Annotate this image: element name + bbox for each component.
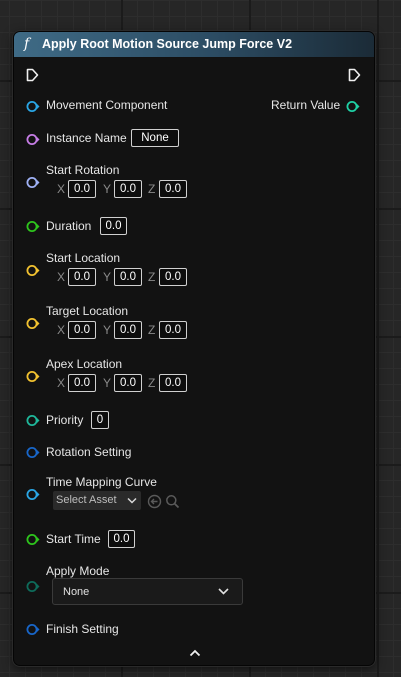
start-location-label: Start Location bbox=[46, 251, 121, 265]
target-location-x-input[interactable]: 0.0 bbox=[68, 321, 96, 339]
struct-pin-icon[interactable] bbox=[26, 446, 40, 459]
duration-label: Duration bbox=[46, 219, 92, 233]
priority-label: Priority bbox=[46, 413, 84, 427]
rotation-setting-label: Rotation Setting bbox=[46, 445, 132, 459]
target-location-label: Target Location bbox=[46, 304, 129, 318]
float-pin-icon[interactable] bbox=[26, 220, 40, 233]
apex-location-y-label: Y bbox=[103, 376, 112, 390]
chevron-up-icon[interactable] bbox=[189, 649, 201, 657]
start-location-z-label: Z bbox=[148, 270, 156, 284]
finish-setting-label: Finish Setting bbox=[46, 622, 119, 636]
node-title: Apply Root Motion Source Jump Force V2 bbox=[42, 37, 293, 51]
start-rotation-y-input[interactable]: 0.0 bbox=[114, 180, 142, 198]
byte-pin-icon[interactable] bbox=[26, 414, 40, 427]
start-rotation-x-label: X bbox=[57, 182, 66, 196]
enum-pin-icon[interactable] bbox=[26, 580, 40, 593]
blueprint-node[interactable]: f Apply Root Motion Source Jump Force V2… bbox=[13, 31, 375, 666]
target-location-z-label: Z bbox=[148, 323, 156, 337]
exec-in-pin-icon[interactable] bbox=[26, 68, 39, 82]
start-rotation-y-label: Y bbox=[103, 182, 112, 196]
time-mapping-curve-label: Time Mapping Curve bbox=[46, 475, 157, 489]
start-location-z-input[interactable]: 0.0 bbox=[159, 268, 187, 286]
select-asset-combo[interactable]: Select Asset bbox=[53, 491, 141, 510]
start-time-label: Start Time bbox=[46, 532, 101, 546]
browse-search-icon[interactable] bbox=[165, 494, 180, 509]
object-pin-icon[interactable] bbox=[26, 100, 40, 113]
apex-location-label: Apex Location bbox=[46, 357, 123, 371]
instance-name-label: Instance Name bbox=[46, 131, 127, 145]
start-location-x-label: X bbox=[57, 270, 66, 284]
start-rotation-label: Start Rotation bbox=[46, 163, 120, 177]
apply-mode-dropdown[interactable]: None bbox=[52, 578, 243, 605]
start-rotation-x-input[interactable]: 0.0 bbox=[68, 180, 96, 198]
start-location-x-input[interactable]: 0.0 bbox=[68, 268, 96, 286]
movement-component-label: Movement Component bbox=[46, 98, 168, 112]
apex-location-x-input[interactable]: 0.0 bbox=[68, 374, 96, 392]
target-location-y-input[interactable]: 0.0 bbox=[114, 321, 142, 339]
instance-name-input[interactable]: None bbox=[131, 129, 179, 147]
apply-mode-label: Apply Mode bbox=[46, 564, 110, 578]
apex-location-x-label: X bbox=[57, 376, 66, 390]
priority-input[interactable]: 0 bbox=[91, 411, 109, 429]
node-header[interactable]: f Apply Root Motion Source Jump Force V2 bbox=[14, 32, 374, 58]
rotator-pin-icon[interactable] bbox=[26, 176, 40, 189]
duration-input[interactable]: 0.0 bbox=[100, 217, 127, 235]
target-location-y-label: Y bbox=[103, 323, 112, 337]
start-location-y-label: Y bbox=[103, 270, 112, 284]
use-selected-arrow-icon[interactable] bbox=[147, 494, 162, 509]
vector-pin-icon[interactable] bbox=[26, 317, 40, 330]
target-location-z-input[interactable]: 0.0 bbox=[159, 321, 187, 339]
select-asset-text: Select Asset bbox=[56, 494, 117, 506]
start-rotation-z-label: Z bbox=[148, 182, 156, 196]
vector-pin-icon[interactable] bbox=[26, 370, 40, 383]
object-pin-icon[interactable] bbox=[26, 488, 40, 501]
chevron-down-icon bbox=[218, 588, 229, 595]
vector-pin-icon[interactable] bbox=[26, 264, 40, 277]
function-icon: f bbox=[24, 36, 30, 52]
start-rotation-z-input[interactable]: 0.0 bbox=[159, 180, 187, 198]
start-location-y-input[interactable]: 0.0 bbox=[114, 268, 142, 286]
start-time-input[interactable]: 0.0 bbox=[108, 530, 135, 548]
exec-out-pin-icon[interactable] bbox=[348, 68, 361, 82]
apply-mode-value: None bbox=[63, 586, 90, 598]
apex-location-z-input[interactable]: 0.0 bbox=[159, 374, 187, 392]
return-value-label: Return Value bbox=[271, 98, 341, 112]
float-pin-icon[interactable] bbox=[26, 533, 40, 546]
struct-pin-icon[interactable] bbox=[26, 623, 40, 636]
target-location-x-label: X bbox=[57, 323, 66, 337]
apex-location-y-input[interactable]: 0.0 bbox=[114, 374, 142, 392]
apex-location-z-label: Z bbox=[148, 376, 156, 390]
return-value-pin-icon[interactable] bbox=[346, 100, 360, 113]
name-pin-icon[interactable] bbox=[26, 133, 40, 146]
chevron-down-icon bbox=[127, 497, 137, 504]
